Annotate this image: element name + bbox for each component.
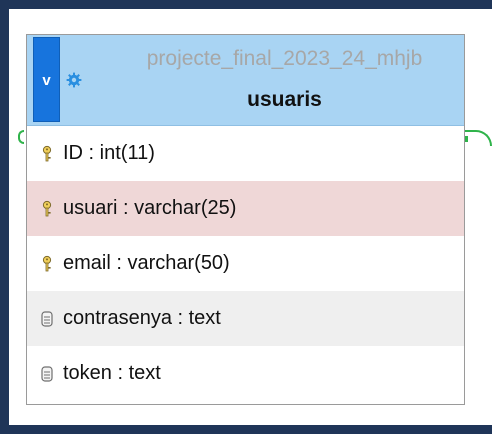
column-label: email : varchar(50) <box>63 252 230 274</box>
database-name: projecte_final_2023_24_mhjb <box>146 47 423 70</box>
column-label: token : text <box>63 362 161 384</box>
column-row-token[interactable]: token : text <box>27 346 464 401</box>
column-label: usuari : varchar(25) <box>63 197 237 219</box>
collapse-toggle-button[interactable]: v <box>33 37 60 122</box>
column-row-usuari[interactable]: usuari : varchar(25) <box>27 181 464 236</box>
column-list: ID : int(11) usuari : varchar(25) email … <box>27 126 464 401</box>
table-header[interactable]: v projecte_final_2023_24_mhjb usuaris <box>27 35 464 126</box>
column-icon <box>41 365 53 382</box>
chevron-down-icon: v <box>42 72 51 89</box>
column-label: contrasenya : text <box>63 307 221 329</box>
key-icon <box>42 255 52 271</box>
column-row-id[interactable]: ID : int(11) <box>27 126 464 181</box>
key-icon <box>42 145 52 161</box>
gear-icon[interactable] <box>66 72 82 88</box>
column-row-email[interactable]: email : varchar(50) <box>27 236 464 291</box>
column-row-contrasenya[interactable]: contrasenya : text <box>27 291 464 346</box>
table-name: usuaris <box>247 88 322 111</box>
column-label: ID : int(11) <box>63 142 155 164</box>
key-icon <box>42 200 52 216</box>
relation-line-left <box>18 130 24 144</box>
usuaris-table-card[interactable]: v projecte_final_2023_24_mhjb usuaris ID… <box>26 34 465 405</box>
column-icon <box>41 310 53 327</box>
